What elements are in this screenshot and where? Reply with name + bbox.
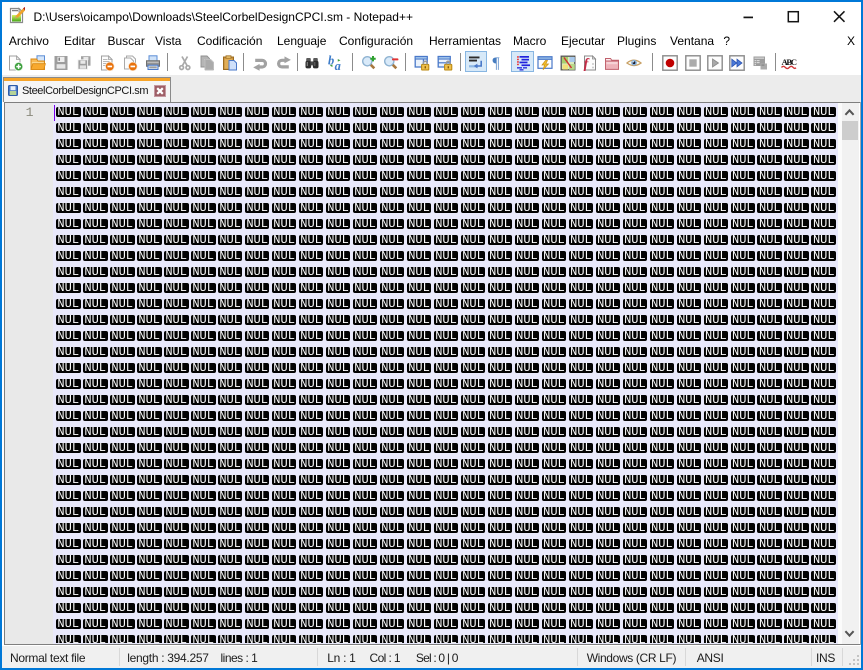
svg-text:¶: ¶ bbox=[493, 55, 500, 71]
svg-text:a: a bbox=[335, 59, 341, 71]
svg-text:ABC: ABC bbox=[781, 57, 797, 67]
